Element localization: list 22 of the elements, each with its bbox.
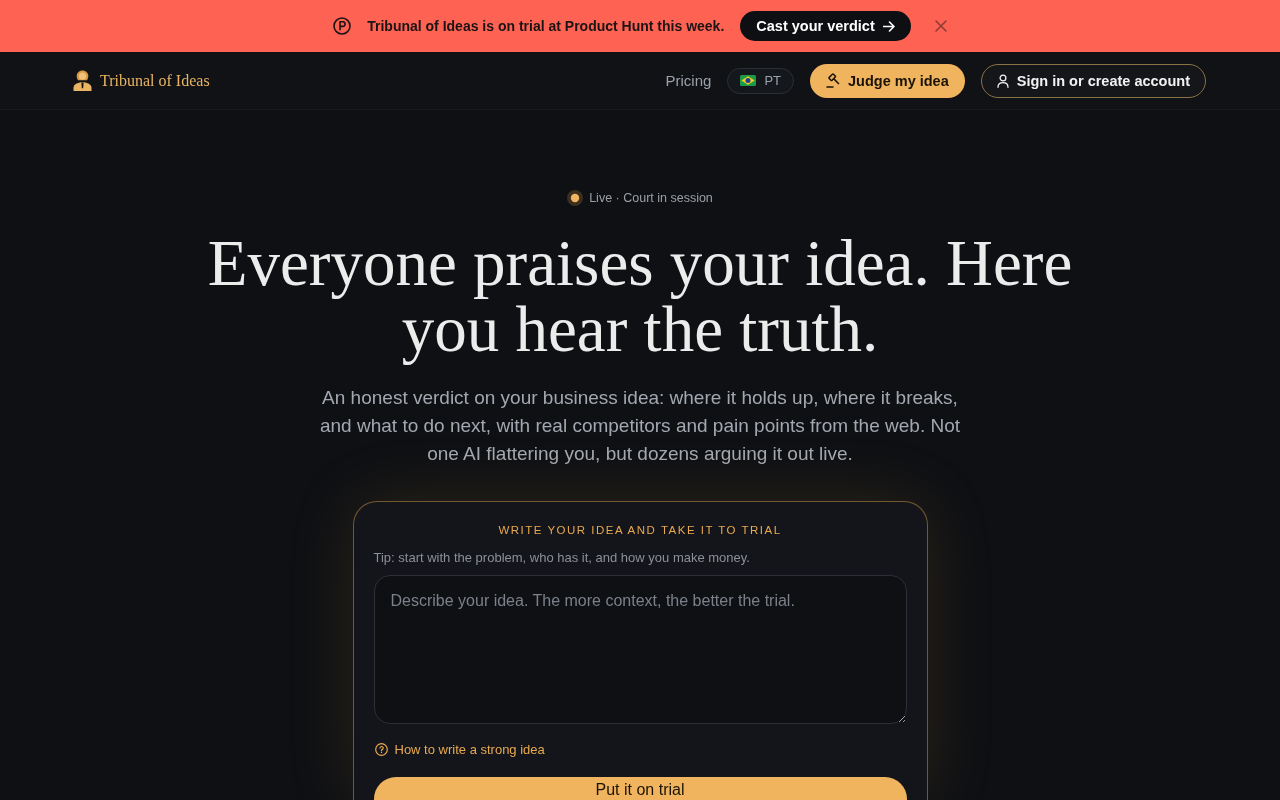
- tip-text: Tip: start with the problem, who has it, and how you make money.: [373, 549, 751, 567]
- subtitle: An honest verdict on your business idea: where it holds up, where it breaks, and what to do next, with real competitors and pain points from the web. Not one AI flattering you, but dozens arguing it out live.: [319, 386, 961, 466]
- person-icon[interactable]: [73, 70, 92, 91]
- p-logo-icon: [333, 17, 352, 35]
- user-icon: [996, 73, 1009, 88]
- help-link[interactable]: How to write a strong idea: [394, 741, 545, 757]
- announcement-text: Tribunal of Ideas is on trial at Product Hunt this week.: [367, 18, 725, 34]
- gavel-icon: [826, 73, 841, 88]
- question-circle-icon: [374, 742, 388, 756]
- flag-icon: [740, 75, 757, 86]
- arrow-right-icon: [882, 20, 895, 32]
- close-icon[interactable]: [934, 20, 947, 32]
- language-button[interactable]: PT: [727, 67, 794, 94]
- judge-idea-button[interactable]: Judge my idea: [810, 63, 965, 98]
- status-text: Live · Court in session: [589, 191, 713, 205]
- form-title: WRITE YOUR IDEA AND TAKE IT TO TRIAL: [498, 523, 782, 538]
- submit-button[interactable]: Put it on trial: [373, 777, 907, 800]
- pricing-link[interactable]: Pricing: [665, 72, 712, 89]
- cast-verdict-button[interactable]: Cast your verdict: [740, 11, 911, 41]
- sign-in-button[interactable]: Sign in or create account: [980, 63, 1206, 98]
- idea-input[interactable]: Describe your idea. The more context, the better the trial.: [373, 575, 907, 724]
- brand-name[interactable]: Tribunal of Ideas: [100, 71, 210, 90]
